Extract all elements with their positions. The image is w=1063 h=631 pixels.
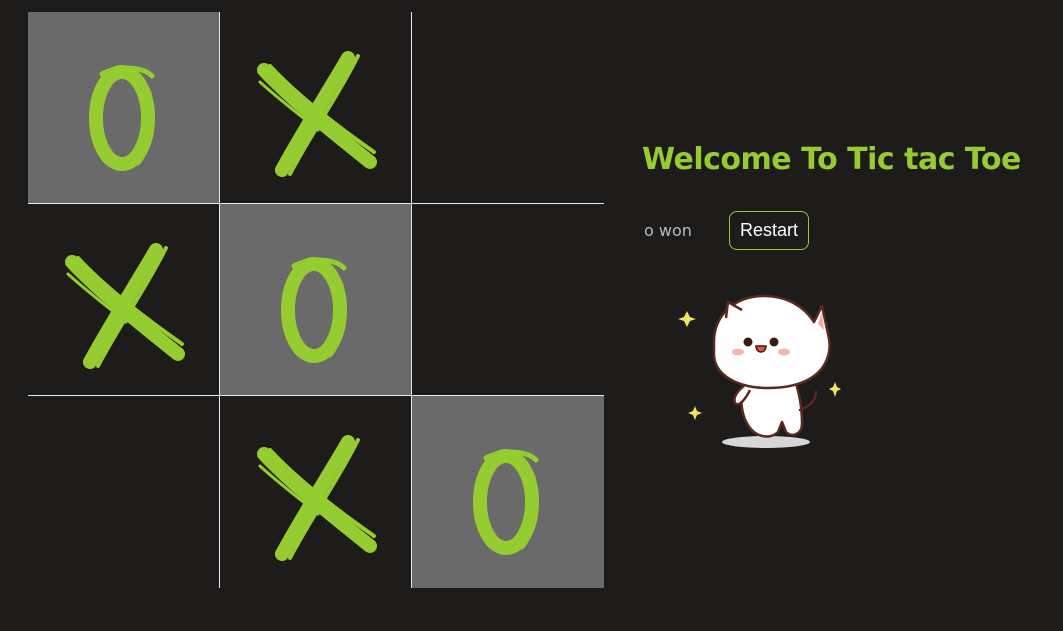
grid-line-horizontal-2 xyxy=(28,395,604,396)
page-title: Welcome To Tic tac Toe xyxy=(642,142,1021,177)
grid-line-vertical-2 xyxy=(411,12,412,588)
x-mark-icon xyxy=(65,243,185,369)
cat-cheek xyxy=(732,348,744,356)
board-cell-r3c1[interactable] xyxy=(28,396,220,588)
board-cell-r2c3[interactable] xyxy=(412,204,604,396)
board-cell-r1c2[interactable] xyxy=(220,12,412,204)
cat-icon xyxy=(678,294,841,448)
cat-mouth xyxy=(755,345,767,353)
game-board xyxy=(28,12,604,588)
cat-eye xyxy=(769,337,779,347)
cat-shadow xyxy=(722,436,810,448)
o-mark-icon xyxy=(473,449,539,555)
sparkle-icon xyxy=(678,311,696,327)
o-mark-icon xyxy=(89,65,155,171)
cat-eye xyxy=(743,337,753,347)
board-cell-r1c1[interactable] xyxy=(28,12,220,204)
board-cell-r2c2[interactable] xyxy=(220,204,412,396)
x-mark-icon xyxy=(257,51,377,177)
restart-button[interactable]: Restart xyxy=(729,211,809,250)
game-status: o won xyxy=(644,221,692,240)
sparkle-icon xyxy=(829,382,841,397)
grid-line-horizontal-1 xyxy=(28,203,604,204)
cat-tail xyxy=(798,390,818,412)
cat-cheek xyxy=(778,348,790,356)
o-mark-icon xyxy=(281,257,347,363)
board-cell-r1c3[interactable] xyxy=(412,12,604,204)
game-page: Welcome To Tic tac Toe o won Restart xyxy=(0,0,1063,631)
board-cell-r3c3[interactable] xyxy=(412,396,604,588)
x-mark-icon xyxy=(257,435,377,561)
board-cell-r2c1[interactable] xyxy=(28,204,220,396)
board-cell-r3c2[interactable] xyxy=(220,396,412,588)
grid-line-vertical-1 xyxy=(219,12,220,588)
sparkle-icon xyxy=(688,406,702,420)
